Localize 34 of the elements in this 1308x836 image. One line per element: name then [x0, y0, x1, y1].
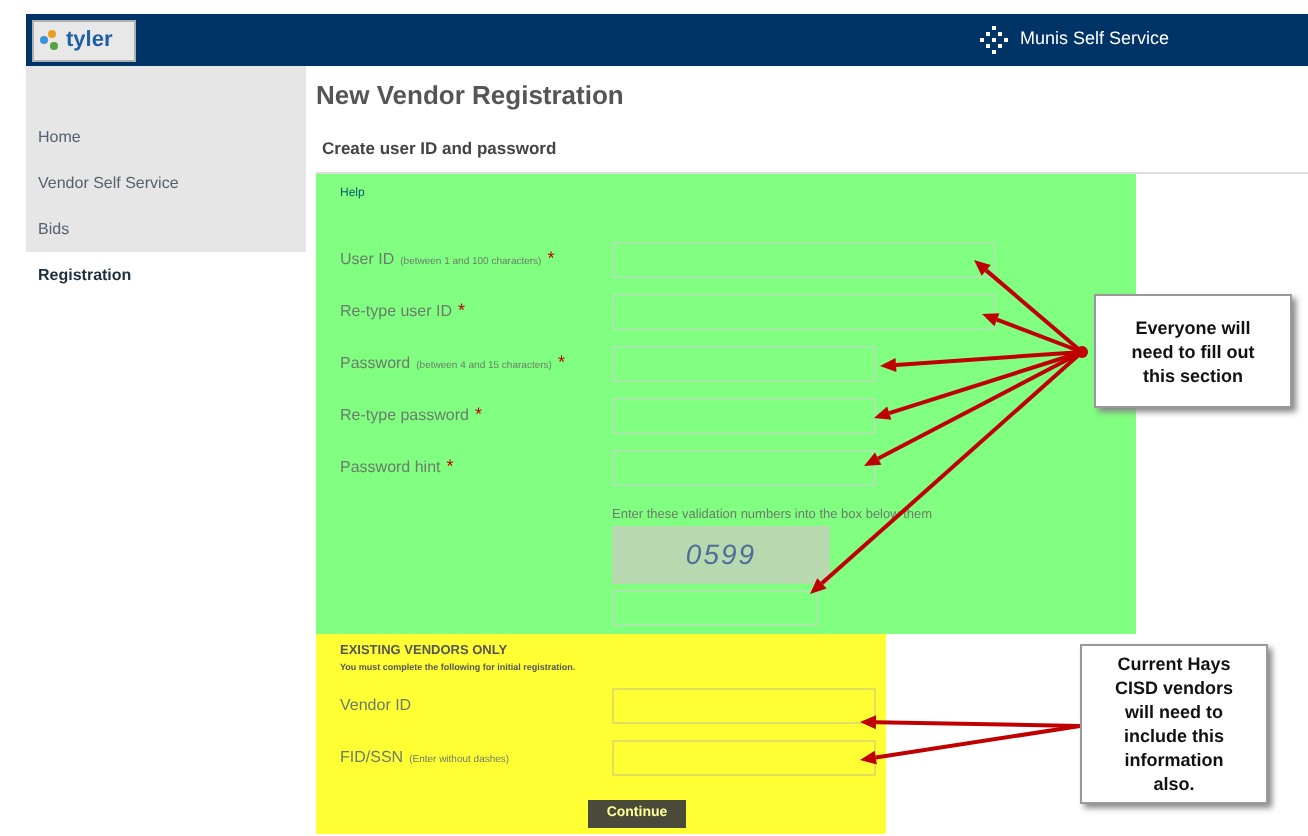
field-label: Password hint: [340, 456, 441, 481]
field-label: Re-type password: [340, 404, 469, 429]
logo[interactable]: tyler: [32, 19, 136, 61]
section-title: Create user ID and password: [322, 136, 557, 162]
input-field[interactable]: [612, 242, 996, 278]
arrow-origin-dot: [1076, 346, 1088, 358]
required-mark: *: [557, 350, 565, 377]
sidebar-item[interactable]: Home: [26, 114, 306, 160]
logo-icon: [38, 28, 62, 52]
app-title: Munis Self Service: [1020, 26, 1170, 53]
logo-text: tyler: [66, 29, 113, 51]
input-field[interactable]: [612, 346, 876, 382]
sidebar-item[interactable]: Bids: [26, 206, 306, 252]
captcha-input[interactable]: [612, 589, 818, 626]
field-label: User ID: [340, 248, 395, 273]
input-field[interactable]: [612, 739, 876, 775]
field-label: Vendor ID: [340, 693, 412, 717]
required-mark: *: [446, 454, 454, 481]
field-label: FID/SSN: [340, 745, 404, 769]
page-title: New Vendor Registration: [316, 78, 626, 115]
required-mark: *: [547, 246, 555, 273]
field-label: Re-type user ID: [340, 300, 453, 325]
sidebar-item[interactable]: Vendor Self Service: [26, 160, 306, 206]
callout-box: Current Hays CISD vendors will need to include this information also.: [1080, 644, 1268, 804]
required-mark: *: [458, 298, 466, 325]
input-field[interactable]: [612, 450, 876, 486]
callout-box: Everyone will need to fill out this section: [1094, 294, 1292, 408]
captcha-image: 0599: [612, 525, 830, 584]
required-mark: *: [474, 402, 482, 429]
input-field[interactable]: [612, 398, 876, 434]
field-label: Password: [340, 352, 411, 377]
input-field[interactable]: [612, 687, 876, 723]
diamond-icon: [980, 26, 1008, 54]
input-field[interactable]: [612, 294, 996, 330]
